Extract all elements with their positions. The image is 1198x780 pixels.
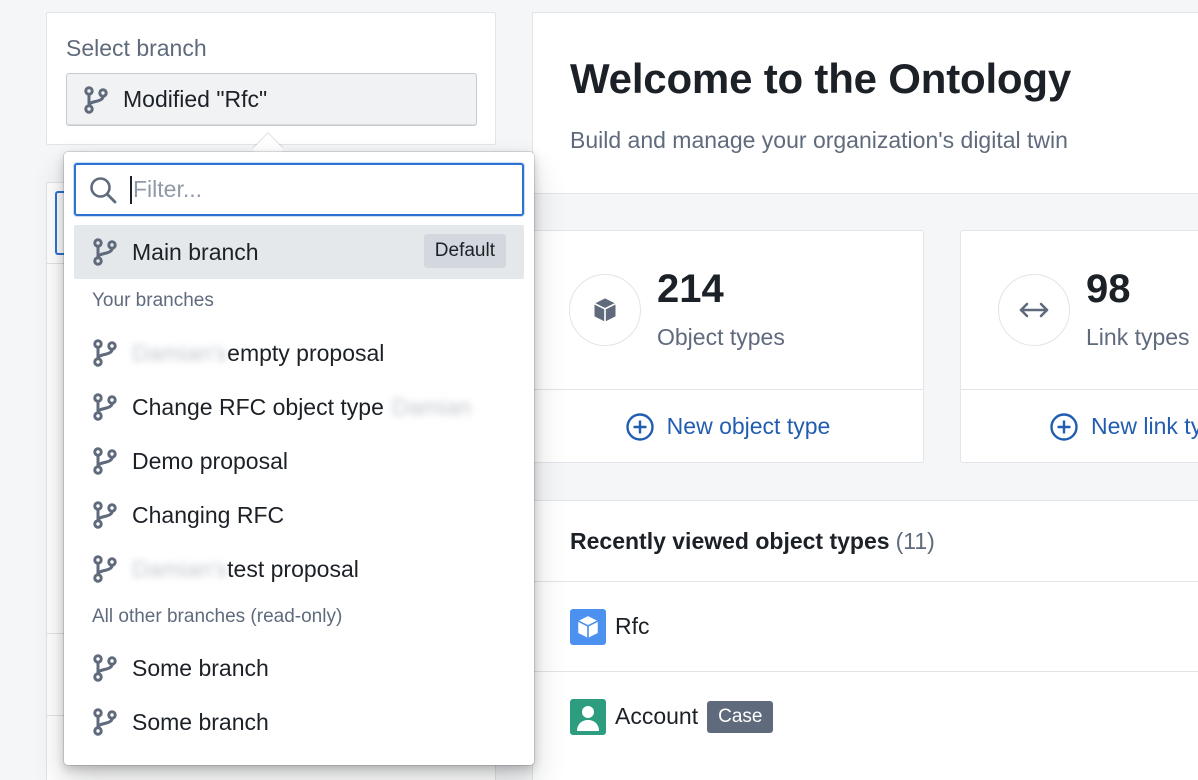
selected-branch-name: Modified "Rfc" <box>123 86 268 112</box>
cube-icon <box>570 608 606 645</box>
page-subtitle: Build and manage your organization's dig… <box>570 127 1068 153</box>
branch-item-label: Some branch <box>132 654 269 681</box>
default-tag: Default <box>423 234 506 268</box>
text-caret <box>130 175 132 204</box>
recently-viewed-title: Recently viewed object types <box>570 528 890 554</box>
object-types-label: Object types <box>657 324 785 350</box>
branch-item-main[interactable]: Main branch Default <box>74 225 524 279</box>
recent-item-account[interactable]: Account Case <box>533 671 1198 761</box>
new-object-type-button[interactable]: New object type <box>532 389 923 462</box>
git-branch-icon <box>93 447 117 475</box>
branch-item-label: empty proposal <box>227 339 385 366</box>
branch-item-label: Some branch <box>132 708 269 735</box>
new-link-type-button[interactable]: New link types <box>961 389 1198 462</box>
branch-item-label: Main branch <box>132 238 259 265</box>
git-branch-icon <box>93 393 117 421</box>
git-branch-icon <box>93 501 117 529</box>
recently-viewed-count: (11) <box>895 528 935 554</box>
branch-dropdown: Filter... Main branch Default Your branc… <box>64 152 534 765</box>
branch-selector-label: Select branch <box>66 35 207 61</box>
branch-owner-redacted: Damian <box>391 393 472 420</box>
welcome-banner: Welcome to the Ontology Build and manage… <box>532 12 1198 194</box>
person-icon <box>570 698 606 735</box>
link-types-label: Link types <box>1086 324 1190 350</box>
search-icon <box>90 176 117 203</box>
other-branches-header: All other branches (read-only) <box>92 606 343 627</box>
git-branch-icon <box>93 555 117 583</box>
object-types-card: 214 Object types New object type <box>532 230 924 463</box>
new-link-type-label: New link types <box>1091 413 1198 439</box>
branch-item-label: Changing RFC <box>132 501 285 528</box>
new-object-type-label: New object type <box>666 413 831 439</box>
recently-viewed-heading: Recently viewed object types (11) <box>570 528 935 555</box>
page-title: Welcome to the Ontology <box>570 55 1071 102</box>
add-circle-icon <box>1050 412 1078 441</box>
git-branch-icon <box>93 708 117 736</box>
branch-select-button[interactable]: Modified "Rfc" <box>66 73 477 126</box>
branch-item[interactable]: Some branch <box>74 641 524 695</box>
branch-item-label: Demo proposal <box>132 447 288 474</box>
recent-item-name: Account <box>615 703 699 729</box>
recently-viewed-panel: Recently viewed object types (11) Rfc Acc… <box>532 500 1198 780</box>
your-branches-header: Your branches <box>92 290 214 311</box>
branch-item[interactable]: Changing RFC <box>74 488 524 542</box>
branch-item-label: test proposal <box>227 555 359 582</box>
link-types-count: 98 <box>1086 267 1131 311</box>
branch-item-label: Change RFC object type <box>132 393 384 420</box>
cube-icon <box>569 274 641 346</box>
filter-placeholder: Filter... <box>133 176 203 202</box>
filter-input[interactable]: Filter... <box>74 163 524 216</box>
git-branch-icon <box>93 238 117 266</box>
recent-item-rfc[interactable]: Rfc <box>533 581 1198 671</box>
branch-item[interactable]: Change RFC object type Damian <box>74 380 524 434</box>
link-types-card: 98 Link types New link types <box>960 230 1198 463</box>
object-type-tag: Case <box>707 700 774 733</box>
branch-item[interactable]: Demo proposal <box>74 434 524 488</box>
branch-selector-card: Select branch Modified "Rfc" <box>46 12 496 145</box>
branch-owner-redacted: Damian's <box>132 555 228 582</box>
recent-item-name: Rfc <box>615 613 650 639</box>
add-circle-icon <box>625 412 654 441</box>
branch-item[interactable]: Some branch <box>74 695 524 749</box>
branch-item[interactable]: Damian's empty proposal <box>74 326 524 380</box>
branch-item[interactable]: Damian's test proposal <box>74 542 524 596</box>
object-types-count: 214 <box>657 267 724 311</box>
git-branch-icon <box>93 654 117 682</box>
git-branch-icon <box>84 85 108 114</box>
git-branch-icon <box>93 339 117 367</box>
branch-owner-redacted: Damian's <box>132 339 228 366</box>
arrows-horizontal-icon <box>998 274 1070 346</box>
